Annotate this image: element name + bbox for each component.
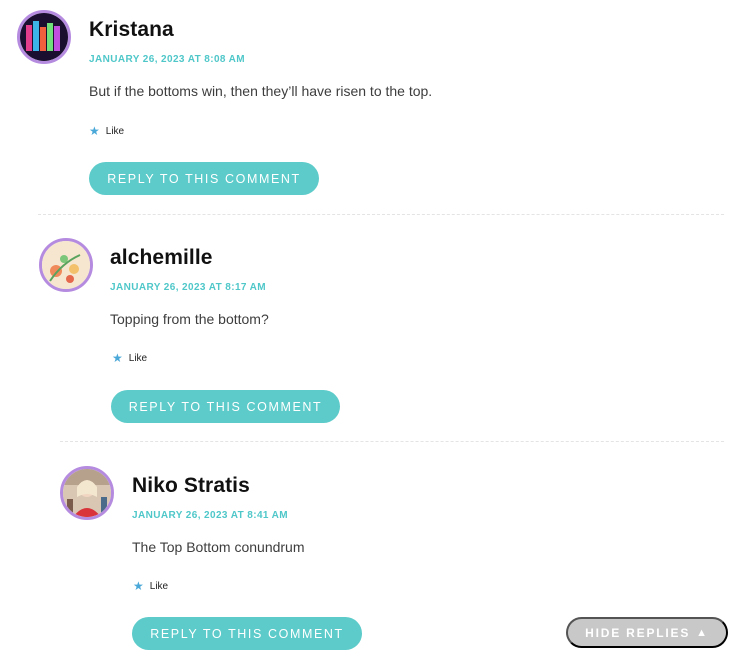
avatar-image [42,241,90,289]
comment-text: But if the bottoms win, then they’ll hav… [89,83,433,99]
like-button[interactable]: ★ Like [89,125,124,137]
comment-author[interactable]: Kristana [89,18,174,42]
hide-replies-button[interactable]: HIDE REPLIES ▲ [566,617,728,648]
comment-date[interactable]: JANUARY 26, 2023 AT 8:08 AM [89,54,245,65]
comment-divider [60,441,724,442]
avatar-image [20,13,68,61]
reply-button[interactable]: REPLY TO THIS COMMENT [89,162,319,195]
avatar-image [63,469,111,517]
avatar[interactable] [39,238,93,292]
reply-button[interactable]: REPLY TO THIS COMMENT [132,617,362,650]
avatar[interactable] [17,10,71,64]
caret-up-icon: ▲ [696,626,709,639]
like-label: Like [105,125,125,137]
comment-author[interactable]: Niko Stratis [132,474,250,498]
hide-replies-label: HIDE REPLIES [585,625,691,640]
like-button[interactable]: ★ Like [133,580,168,592]
comment-date[interactable]: JANUARY 26, 2023 AT 8:41 AM [132,510,288,521]
star-icon: ★ [89,124,100,138]
like-label: Like [128,352,148,364]
comment-date[interactable]: JANUARY 26, 2023 AT 8:17 AM [110,282,266,293]
star-icon: ★ [112,351,123,365]
comment-text: The Top Bottom conundrum [132,539,305,555]
like-button[interactable]: ★ Like [112,352,147,364]
like-label: Like [149,580,169,592]
star-icon: ★ [133,579,144,593]
comment-author[interactable]: alchemille [110,246,213,270]
comment-divider [38,214,724,215]
reply-button[interactable]: REPLY TO THIS COMMENT [111,390,340,423]
comment-text: Topping from the bottom? [110,311,269,327]
avatar[interactable] [60,466,114,520]
